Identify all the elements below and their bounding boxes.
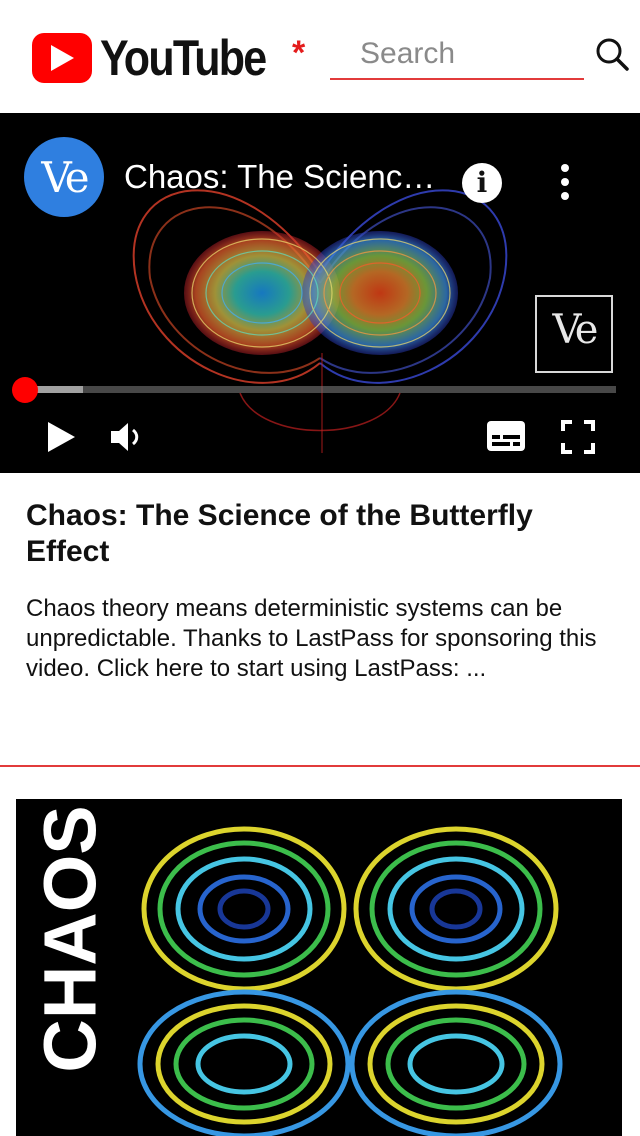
search-button[interactable] (592, 34, 632, 74)
attractor-artwork: CHAOS (29, 805, 563, 1136)
play-icon[interactable] (44, 419, 78, 455)
fullscreen-icon[interactable] (560, 419, 596, 455)
play-triangle-icon (32, 33, 92, 83)
more-vert-icon[interactable] (548, 159, 582, 205)
logo-star: * (292, 34, 306, 72)
progress-bar[interactable] (24, 386, 616, 393)
channel-avatar[interactable]: Ve (24, 137, 104, 217)
channel-watermark[interactable]: Ve (535, 295, 613, 373)
magnifier-icon (596, 38, 629, 71)
volume-icon[interactable] (108, 419, 144, 455)
app-header: YouTube * (0, 0, 640, 112)
video-title: Chaos: The Science of the Butterfly Effe… (26, 499, 533, 568)
info-icon[interactable]: i (462, 163, 502, 203)
next-video-thumbnail[interactable]: CHAOS (16, 799, 622, 1136)
section-divider (0, 765, 640, 767)
youtube-logo[interactable]: YouTube * (32, 30, 305, 86)
video-description: Chaos theory means deterministic systems… (26, 595, 597, 682)
logo-wordmark: YouTube (99, 30, 267, 86)
player-title[interactable]: Chaos: The Science of the Butterfly Effe… (124, 157, 449, 197)
video-player[interactable]: Ve Chaos: The Science of the Butterfly E… (0, 113, 640, 473)
thumbnail-title-text: CHAOS (29, 805, 112, 1072)
search-input[interactable] (330, 30, 584, 80)
progress-scrubber-handle[interactable] (12, 377, 38, 403)
captions-icon[interactable] (486, 419, 526, 453)
